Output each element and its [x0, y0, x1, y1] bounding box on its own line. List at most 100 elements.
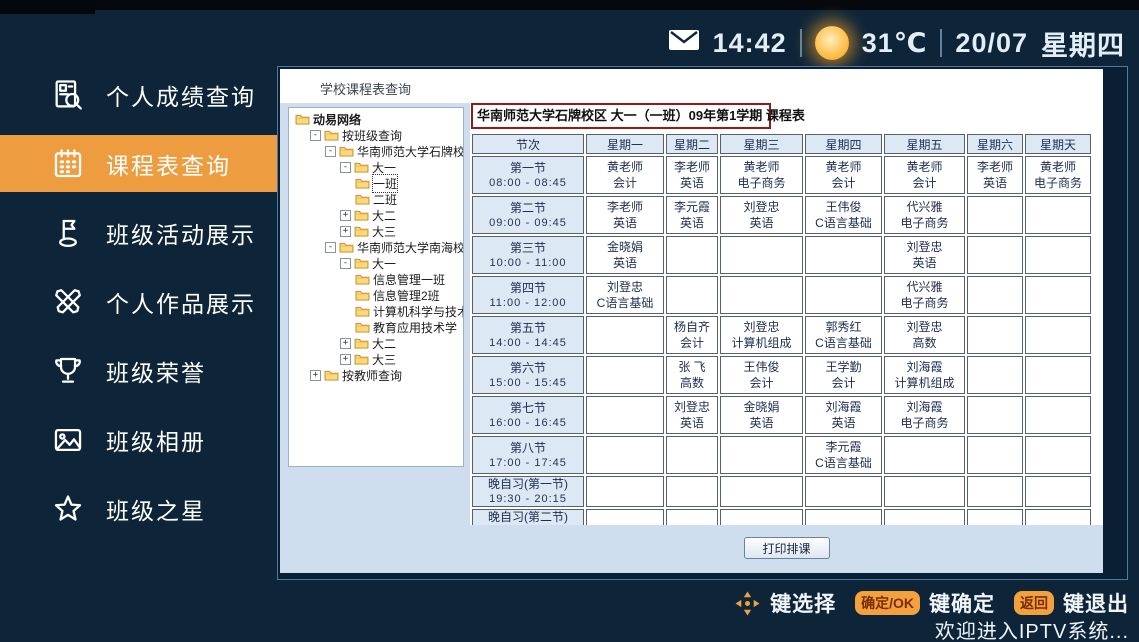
minus-expander-icon[interactable]: - [325, 146, 336, 157]
tree-node-8[interactable]: - 华南师范大学南海校区 [291, 239, 463, 255]
tree-node-11[interactable]: 信息管理2班 [291, 287, 463, 303]
lesson-cell [967, 236, 1023, 274]
period-name: 第六节 [473, 361, 583, 376]
sidebar-item-personal-grades[interactable]: 个人成绩查询 [0, 66, 277, 123]
sidebar-item-class-honors[interactable]: 班级荣誉 [0, 342, 277, 399]
plus-expander-icon[interactable]: + [340, 226, 351, 237]
lesson-cell [666, 236, 718, 274]
sidebar-item-class-activities[interactable]: 班级活动展示 [0, 204, 277, 261]
tree-node-0[interactable]: 动易网络 [291, 111, 463, 127]
lesson-cell: 刘登忠英语 [720, 196, 803, 234]
period-cell: 第七节16:00 - 16:45 [472, 396, 584, 434]
sidebar-item-class-star[interactable]: 班级之星 [0, 480, 277, 537]
period-time: 11:00 - 12:00 [473, 296, 583, 310]
plus-expander-icon[interactable]: + [340, 210, 351, 221]
sidebar-item-label: 课程表查询 [106, 147, 231, 181]
minus-expander-icon[interactable]: - [310, 130, 321, 141]
tree-node-label[interactable]: 计算机科学与技术 [373, 303, 464, 320]
plus-expander-icon[interactable]: + [340, 338, 351, 349]
course-name: 英语 [587, 215, 663, 231]
teacher-name: 刘登忠 [721, 199, 802, 215]
minus-expander-icon[interactable]: - [325, 242, 336, 253]
period-cell: 第五节14:00 - 14:45 [472, 316, 584, 354]
tree-node-10[interactable]: 信息管理一班 [291, 271, 463, 287]
tree-node-label[interactable]: 华南师范大学石牌校区 [357, 143, 464, 160]
mail-icon [668, 28, 700, 59]
lesson-cell [967, 316, 1023, 354]
tree-node-label[interactable]: 大三 [372, 351, 396, 368]
tree-node-label[interactable]: 华南师范大学南海校区 [357, 239, 464, 256]
course-name: 会计 [721, 375, 802, 391]
tree-node-1[interactable]: - 按班级查询 [291, 127, 463, 143]
column-header: 星期六 [967, 134, 1023, 154]
tree-node-selected[interactable]: 一班 [291, 175, 463, 191]
column-header: 星期一 [586, 134, 664, 154]
tree-node-14[interactable]: + 大二 [291, 335, 463, 351]
tree-node-label[interactable]: 教育应用技术学 [373, 319, 457, 336]
teacher-name: 黄老师 [806, 159, 881, 175]
sidebar-item-personal-works[interactable]: 个人作品展示 [0, 273, 277, 330]
print-schedule-button[interactable]: 打印排课 [744, 537, 830, 559]
tree-node-label[interactable]: 大一 [372, 159, 396, 176]
tree-node-label[interactable]: 大三 [372, 223, 396, 240]
minus-expander-icon[interactable]: - [340, 258, 351, 269]
tree-node-label[interactable]: 大一 [372, 255, 396, 272]
period-name: 第三节 [473, 241, 583, 256]
schedule-row: 第一节08:00 - 08:45黄老师会计李老师英语黄老师电子商务黄老师会计黄老… [472, 156, 1091, 194]
tree-node-label[interactable]: 按教师查询 [342, 367, 402, 384]
tree-node-7[interactable]: + 大三 [291, 223, 463, 239]
tree-node-label[interactable]: 信息管理2班 [373, 287, 440, 304]
period-cell: 第四节11:00 - 12:00 [472, 276, 584, 314]
teacher-name: 李元霞 [806, 439, 881, 455]
lesson-cell: 李元霞C语言基础 [805, 436, 882, 474]
teacher-name: 刘海霞 [806, 399, 881, 415]
lesson-cell [666, 436, 718, 474]
course-name: 电子商务 [885, 295, 964, 311]
course-name: 电子商务 [885, 215, 964, 231]
teacher-name: 金晓娟 [721, 399, 802, 415]
period-cell: 第二节09:00 - 09:45 [472, 196, 584, 234]
star-icon [50, 491, 86, 527]
period-cell: 第八节17:00 - 17:45 [472, 436, 584, 474]
plus-expander-icon[interactable]: + [310, 370, 321, 381]
hotkey-label: 键确定 [929, 588, 995, 618]
tree-node-9[interactable]: - 大一 [291, 255, 463, 271]
tree-node-3[interactable]: - 大一 [291, 159, 463, 175]
lesson-cell [967, 276, 1023, 314]
lesson-cell [720, 236, 803, 274]
sidebar-item-label: 班级之星 [106, 492, 206, 526]
content-panel: 学校课程表查询 动易网络-按班级查询-华南师范大学石牌校区-大一一班二班+大二+… [277, 66, 1128, 580]
lesson-cell: 黄老师电子商务 [1025, 156, 1091, 194]
plus-expander-icon[interactable]: + [340, 354, 351, 365]
course-name: 计算机组成 [885, 375, 964, 391]
tree-node-16[interactable]: + 按教师查询 [291, 367, 463, 383]
tab-school-schedule[interactable]: 学校课程表查询 [320, 79, 411, 98]
sidebar-item-class-album[interactable]: 班级相册 [0, 411, 277, 468]
sidebar-item-course-schedule[interactable]: 课程表查询 [0, 135, 277, 192]
tree-node-label[interactable]: 一班 [373, 175, 397, 192]
tree-node-6[interactable]: + 大二 [291, 207, 463, 223]
tree-node-label[interactable]: 信息管理一班 [373, 271, 445, 288]
tree-node-label[interactable]: 按班级查询 [342, 127, 402, 144]
tree-node-label[interactable]: 动易网络 [313, 111, 361, 128]
minus-expander-icon[interactable]: - [340, 162, 351, 173]
folder-icon [355, 177, 370, 189]
tree-node-15[interactable]: + 大三 [291, 351, 463, 367]
course-name: 电子商务 [721, 175, 802, 191]
course-name: 会计 [587, 175, 663, 191]
lesson-cell: 刘海霞英语 [805, 396, 882, 434]
trophy-icon [50, 353, 86, 389]
tree-node-5[interactable]: 二班 [291, 191, 463, 207]
tree-node-label[interactable]: 大二 [372, 207, 396, 224]
tree-node-label[interactable]: 二班 [373, 191, 397, 208]
teacher-name: 刘登忠 [721, 319, 802, 335]
schedule-row: 第六节15:00 - 15:45张 飞高数王伟俊会计王学勤会计刘海霞计算机组成 [472, 356, 1091, 394]
tree-node-2[interactable]: - 华南师范大学石牌校区 [291, 143, 463, 159]
lesson-cell [805, 236, 882, 274]
date: 20/07 [955, 28, 1028, 59]
tree-node-label[interactable]: 大二 [372, 335, 396, 352]
tree-node-13[interactable]: 教育应用技术学 [291, 319, 463, 335]
teacher-name: 代兴雅 [885, 199, 964, 215]
column-header: 星期二 [666, 134, 718, 154]
tree-node-12[interactable]: 计算机科学与技术 [291, 303, 463, 319]
